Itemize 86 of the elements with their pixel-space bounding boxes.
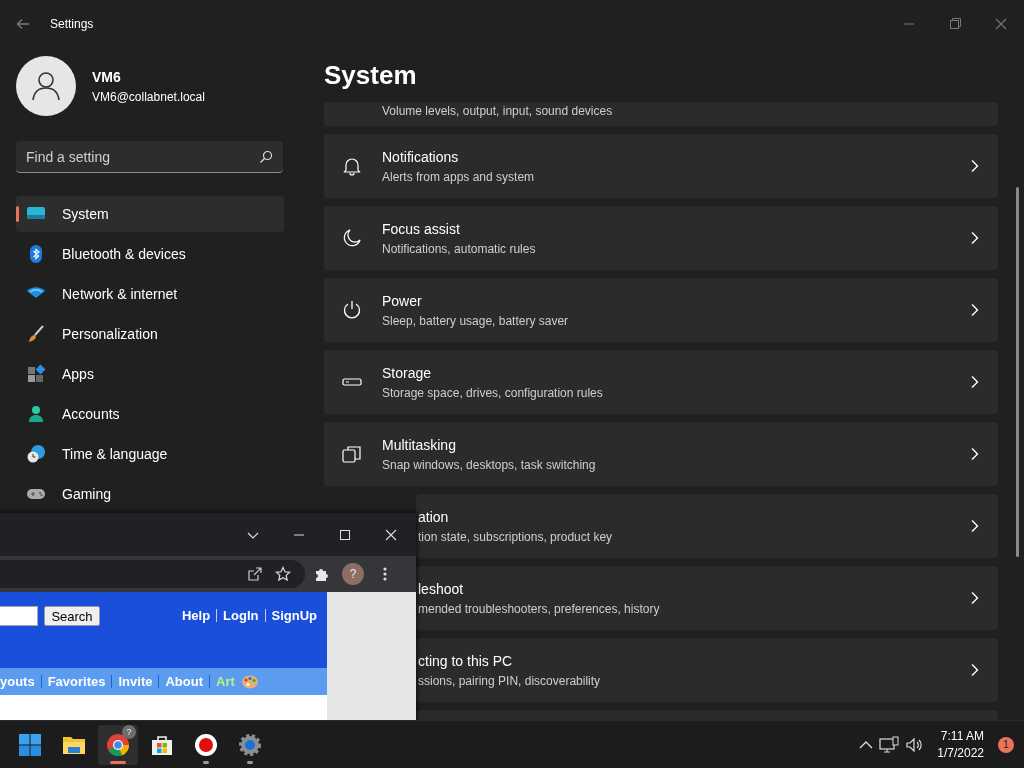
page-title: System [324, 60, 417, 90]
kebab-icon [383, 566, 387, 582]
nav-item[interactable]: Personalization [16, 316, 284, 352]
star-icon[interactable] [275, 566, 291, 582]
settings-card[interactable]: Storage Storage space, drives, configuration rules [324, 350, 998, 414]
card-subtitle: Alerts from apps and system [382, 168, 536, 186]
nav-item[interactable]: Accounts [16, 396, 284, 432]
nav-item[interactable]: Network & internet [16, 276, 284, 312]
profile-button[interactable]: ? [342, 563, 364, 585]
header-link[interactable]: LogIn [223, 606, 259, 626]
power-icon [342, 300, 362, 320]
card-subtitle: Volume levels, output, input, sound devices [382, 103, 613, 120]
settings-card[interactable]: Notifications Alerts from apps and system [324, 134, 998, 198]
card-title: Storage [382, 363, 433, 383]
card-title: ation [418, 507, 450, 527]
clock-time: 7:11 AM [939, 728, 984, 745]
chevron-right-icon [970, 591, 980, 605]
notification-badge[interactable]: 1 [998, 736, 1014, 753]
settings-card[interactable]: Focus assist Notifications, automatic rules [324, 206, 998, 270]
maximize-icon [339, 528, 351, 541]
scrollbar[interactable] [1016, 187, 1019, 557]
card-subtitle: Snap windows, desktops, task switching [382, 456, 597, 474]
brush-icon [26, 324, 46, 344]
card-title: Multitasking [382, 435, 457, 455]
chevron-right-icon [970, 231, 980, 245]
card-title: Focus assist [382, 219, 461, 239]
moon-icon [342, 228, 362, 248]
record-icon [194, 732, 218, 757]
card-subtitle: Notifications, automatic rules [382, 240, 537, 258]
card-subtitle: Storage space, drives, configuration rules [382, 384, 604, 402]
card-title: leshoot [418, 579, 465, 599]
card-title: cting to this PC [418, 651, 514, 671]
network-icon[interactable] [879, 735, 900, 754]
globe-clock-icon [26, 444, 46, 464]
search-field[interactable]: Find a setting [16, 141, 283, 173]
browser-taskbar-button[interactable]: ? [98, 724, 138, 765]
bell-icon [342, 156, 362, 176]
settings-card[interactable]: leshoot mended troubleshooters, preferences, history [416, 566, 998, 630]
windows-stack-icon [342, 444, 362, 464]
search-button[interactable]: Search [44, 606, 100, 626]
chevron-right-icon [970, 159, 980, 173]
nav-item[interactable]: Time & language [16, 436, 284, 472]
card-title: Notifications [382, 147, 460, 167]
clock-date: 1/7/2022 [937, 744, 984, 761]
maximize-icon [949, 18, 961, 30]
apps-icon [26, 364, 46, 384]
header-link[interactable]: SignUp [271, 606, 317, 626]
search-input[interactable] [0, 606, 38, 626]
chevron-right-icon [970, 303, 980, 317]
nav-item[interactable]: System [16, 196, 284, 232]
chevron-right-icon [970, 663, 980, 677]
settings-card[interactable]: ation tion state, subscriptions, product key [416, 494, 998, 558]
card-subtitle: tion state, subscriptions, product key [418, 528, 614, 546]
share-icon[interactable] [247, 566, 263, 582]
volume-icon[interactable] [905, 736, 924, 753]
chevron-up-icon[interactable] [859, 739, 874, 750]
clock[interactable]: 7:11 AM 1/7/2022 [937, 728, 984, 761]
close-icon [995, 18, 1007, 30]
user-email: VM6@collabnet.local [92, 88, 205, 106]
back-arrow-icon [16, 18, 30, 30]
chevron-right-icon [970, 447, 980, 461]
settings-card[interactable]: cting to this PC ssions, pairing PIN, discoverability [416, 638, 998, 702]
person-icon [26, 404, 46, 424]
settings-card[interactable]: Power Sleep, battery usage, battery saver [324, 278, 998, 342]
close-icon [385, 528, 397, 541]
nav-item[interactable]: Gaming [16, 476, 284, 512]
nav-item[interactable]: Apps [16, 356, 284, 392]
app-badge: ? [122, 724, 136, 739]
gear-icon [238, 732, 262, 757]
card-subtitle: mended troubleshooters, preferences, history [418, 600, 661, 618]
card-title: Power [382, 291, 423, 311]
window-title: Settings [50, 16, 94, 33]
chevron-right-icon [970, 375, 980, 389]
palette-icon [240, 673, 259, 690]
settings-card[interactable]: Multitasking Snap windows, desktops, task switching [324, 422, 998, 486]
card-subtitle: Sleep, battery usage, battery saver [382, 312, 570, 330]
puzzle-icon [313, 566, 329, 582]
nav-item[interactable]: Bluetooth & devices [16, 236, 284, 272]
search-icon [259, 150, 273, 164]
chevron-right-icon [970, 519, 980, 533]
user-name: VM6 [92, 67, 122, 87]
settings-card[interactable]: Volume levels, output, input, sound devices [324, 102, 998, 126]
header-link[interactable]: Help [181, 606, 211, 626]
windows-logo-icon [18, 732, 42, 757]
card-subtitle: ssions, pairing PIN, discoverability [418, 672, 602, 690]
person-icon [31, 71, 61, 101]
